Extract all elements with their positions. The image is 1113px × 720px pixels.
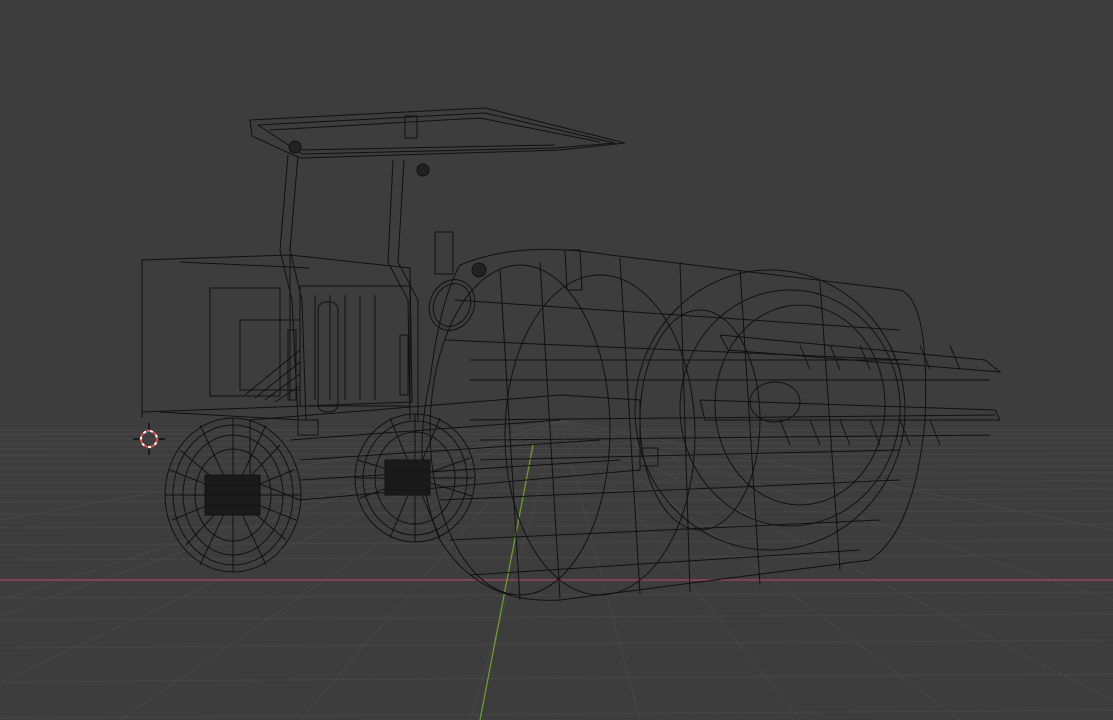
floor-grid bbox=[0, 419, 1113, 720]
scene-canvas[interactable] bbox=[0, 0, 1113, 720]
road-roller-model[interactable] bbox=[141, 107, 1002, 601]
canopy-posts bbox=[279, 154, 419, 421]
3d-viewport[interactable] bbox=[0, 0, 1113, 720]
rear-wheel-right bbox=[354, 413, 476, 543]
canopy-roof bbox=[249, 107, 626, 177]
rear-wheel-left bbox=[164, 417, 302, 573]
front-drum bbox=[421, 248, 1002, 601]
steering-wheel bbox=[428, 231, 583, 331]
engine-box bbox=[141, 254, 413, 421]
